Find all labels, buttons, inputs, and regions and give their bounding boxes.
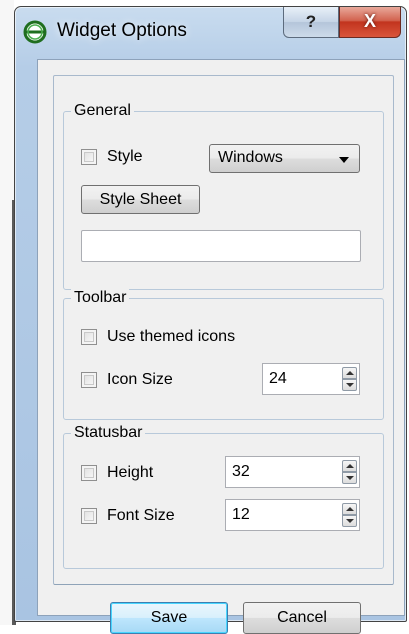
- height-value: 32: [232, 463, 250, 480]
- icon-size-spinbox[interactable]: 24: [262, 363, 360, 395]
- close-button[interactable]: X: [339, 7, 401, 38]
- toolbar-group-title: Toolbar: [71, 289, 130, 307]
- height-spinbox[interactable]: 32: [225, 456, 360, 488]
- spin-down-icon[interactable]: [342, 379, 357, 391]
- help-button[interactable]: ?: [283, 7, 339, 38]
- height-label: Height: [107, 464, 154, 481]
- dialog-client-area: General Style Windows Style Sheet Toolba…: [37, 59, 405, 634]
- themed-icons-label: Use themed icons: [107, 328, 236, 345]
- themed-icons-checkbox[interactable]: [81, 329, 97, 345]
- title-bar[interactable]: Widget Options ? X: [15, 7, 406, 57]
- save-button[interactable]: Save: [110, 602, 228, 634]
- spin-up-icon[interactable]: [342, 460, 357, 472]
- style-sheet-button[interactable]: Style Sheet: [81, 185, 200, 214]
- style-sheet-input[interactable]: [81, 230, 361, 262]
- general-group-title: General: [71, 102, 134, 120]
- font-size-label: Font Size: [107, 507, 175, 524]
- style-checkbox[interactable]: [81, 149, 97, 165]
- window-title: Widget Options: [57, 20, 187, 41]
- cancel-button[interactable]: Cancel: [243, 602, 361, 634]
- statusbar-group-title: Statusbar: [71, 424, 146, 442]
- font-size-spinbox[interactable]: 12: [225, 499, 360, 531]
- icon-size-label: Icon Size: [107, 371, 173, 388]
- options-panel: General Style Windows Style Sheet Toolba…: [53, 75, 394, 585]
- icon-size-value: 24: [269, 370, 287, 387]
- toolbar-group: [63, 298, 384, 420]
- style-combobox[interactable]: Windows: [209, 144, 360, 173]
- widget-options-dialog: Widget Options ? X General Style Windows…: [14, 6, 407, 634]
- icon-size-checkbox[interactable]: [81, 372, 97, 388]
- app-icon: [23, 20, 47, 44]
- style-combobox-value: Windows: [218, 149, 283, 166]
- chevron-down-icon: [339, 157, 349, 163]
- style-label: Style: [107, 148, 143, 165]
- height-checkbox[interactable]: [81, 465, 97, 481]
- spin-down-icon[interactable]: [342, 472, 357, 484]
- font-size-value: 12: [232, 506, 250, 523]
- spin-down-icon[interactable]: [342, 515, 357, 527]
- spin-up-icon[interactable]: [342, 503, 357, 515]
- spin-up-icon[interactable]: [342, 367, 357, 379]
- font-size-checkbox[interactable]: [81, 508, 97, 524]
